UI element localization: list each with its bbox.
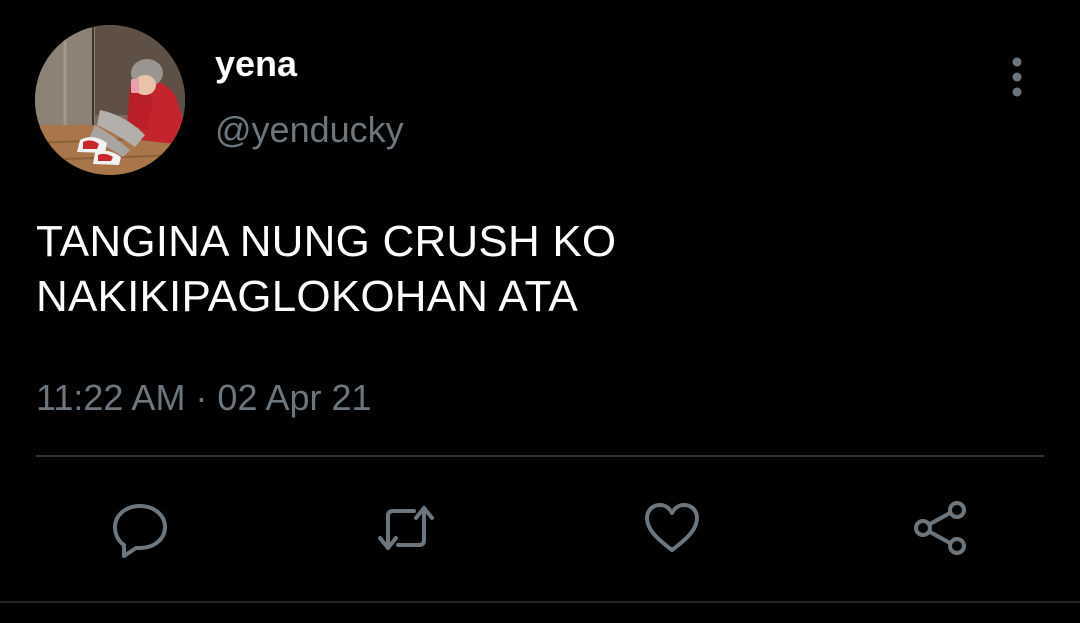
avatar-photo: [35, 25, 185, 175]
divider: [36, 455, 1044, 457]
tweet-detail: yena @yenducky TANGINA NUNG CRUSH KO NAK…: [0, 0, 1080, 623]
tweet-text-line: NAKIKIPAGLOKOHAN ATA: [36, 272, 578, 321]
like-button[interactable]: [642, 498, 702, 558]
reply-button[interactable]: [110, 498, 170, 558]
share-icon: [914, 501, 966, 555]
avatar[interactable]: [35, 25, 185, 175]
heart-icon: [645, 503, 699, 552]
share-button[interactable]: [910, 498, 970, 558]
tweet-text-line: TANGINA NUNG CRUSH KO: [36, 217, 617, 266]
display-name[interactable]: yena: [215, 42, 297, 86]
reply-icon: [113, 504, 167, 558]
more-options-icon[interactable]: [1000, 56, 1034, 100]
bottom-divider: [0, 601, 1080, 603]
tweet-timestamp[interactable]: 11:22 AM · 02 Apr 21: [36, 376, 372, 420]
retweet-button[interactable]: [376, 498, 436, 558]
user-handle[interactable]: @yenducky: [215, 108, 404, 152]
tweet-text: TANGINA NUNG CRUSH KO NAKIKIPAGLOKOHAN A…: [36, 214, 1036, 324]
retweet-icon: [378, 506, 434, 550]
